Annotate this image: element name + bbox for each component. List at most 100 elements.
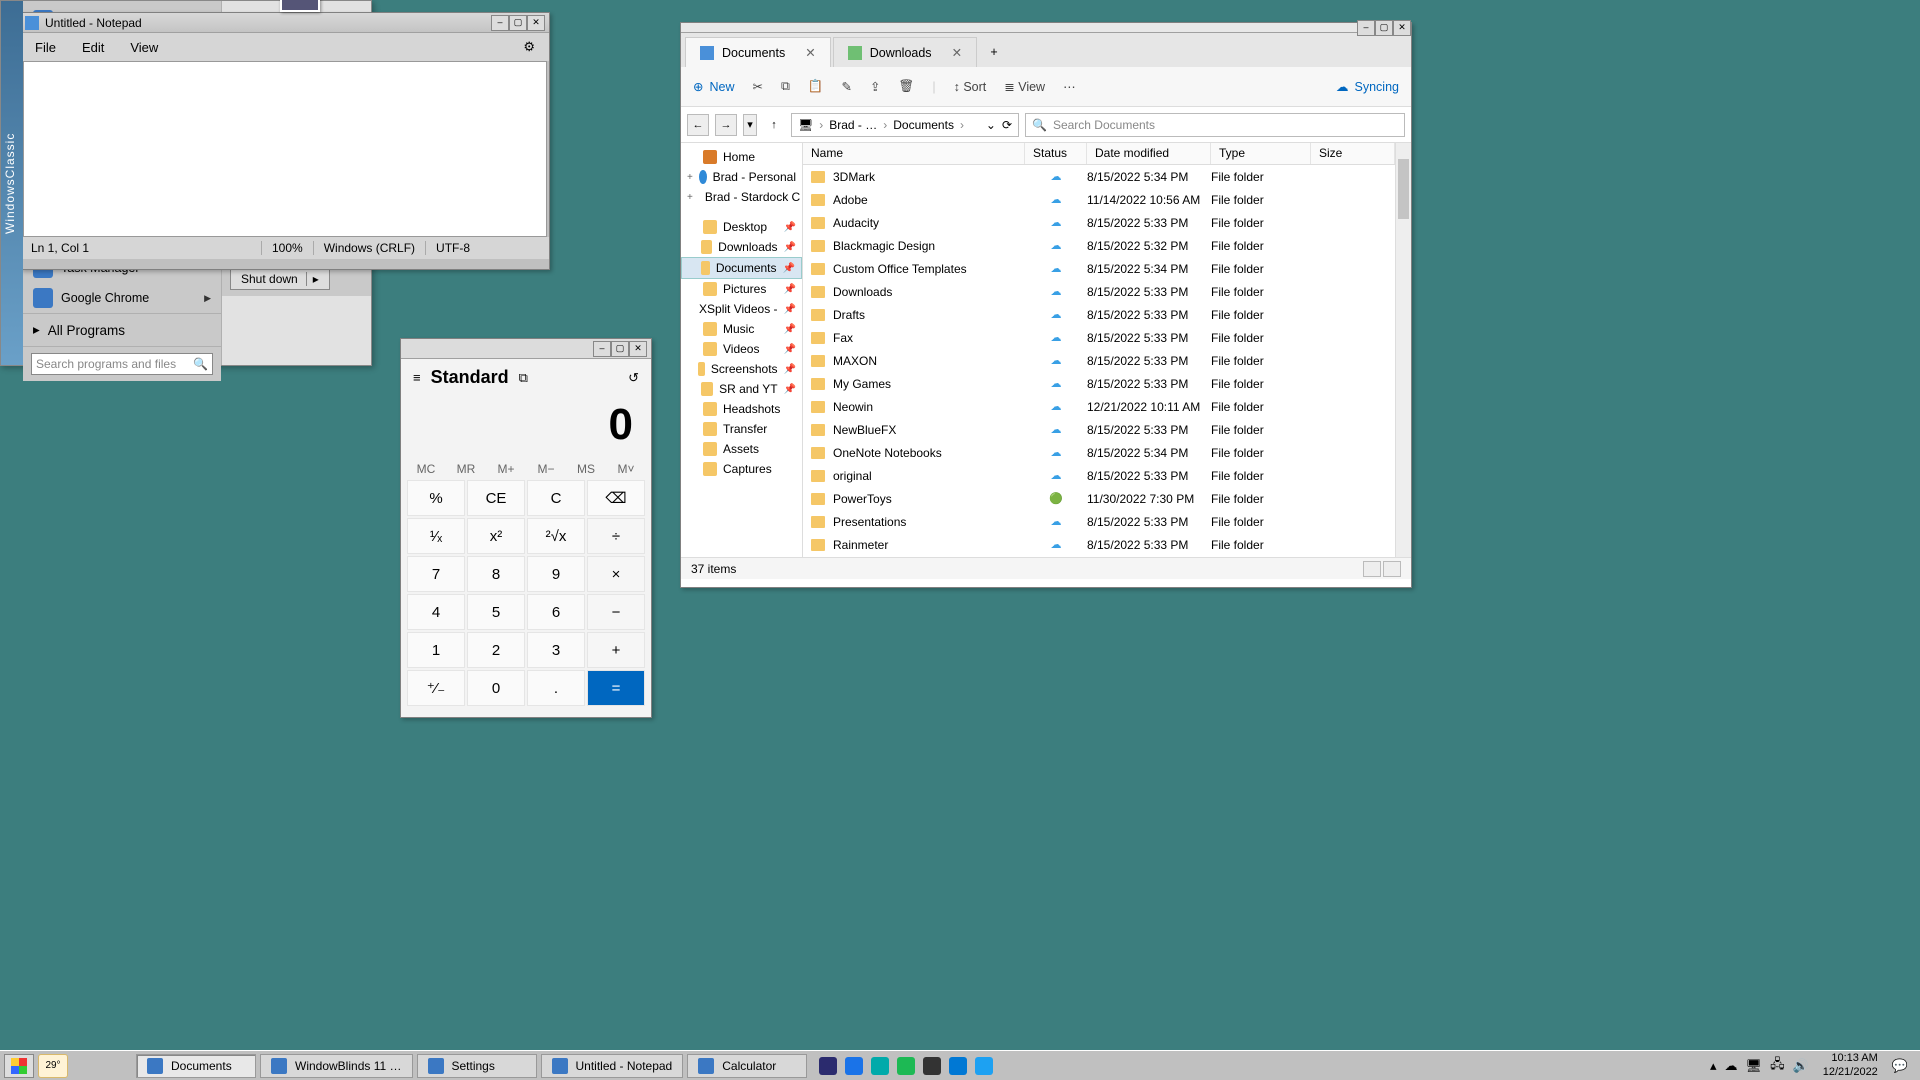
calc-key-CE[interactable]: CE <box>467 480 525 516</box>
pinned-app[interactable] <box>945 1054 971 1078</box>
file-row[interactable]: PowerToys🟢11/30/2022 7:30 PMFile folder <box>803 487 1395 510</box>
tree-node[interactable]: +Brad - Stardock C <box>681 187 802 207</box>
file-row[interactable]: original☁8/15/2022 5:33 PMFile folder <box>803 464 1395 487</box>
nav-up-button[interactable]: ↑ <box>763 114 785 136</box>
tree-node[interactable]: Headshots <box>681 399 802 419</box>
calc-key-=[interactable]: = <box>587 670 645 706</box>
history-icon[interactable]: ↺ <box>628 370 639 386</box>
explorer-search-input[interactable]: 🔍 Search Documents <box>1025 113 1405 137</box>
pinned-app[interactable] <box>815 1054 841 1078</box>
cut-icon[interactable]: ✂ <box>753 79 763 94</box>
calc-key-3[interactable]: 3 <box>527 632 585 668</box>
breadcrumb[interactable]: 🖥› Brad - …› Documents› ⌄ ⟳ <box>791 113 1019 137</box>
menu-file[interactable]: File <box>35 40 56 55</box>
file-row[interactable]: NewBlueFX☁8/15/2022 5:33 PMFile folder <box>803 418 1395 441</box>
taskbar-task[interactable]: Untitled - Notepad <box>541 1054 684 1078</box>
chevron-down-icon[interactable]: ⌄ <box>986 118 996 132</box>
taskbar-task[interactable]: Settings <box>417 1054 537 1078</box>
calc-mem-ms[interactable]: MS <box>567 458 605 480</box>
copy-icon[interactable]: ⧉ <box>781 79 790 94</box>
maximize-button[interactable]: ▢ <box>509 15 527 31</box>
delete-icon[interactable]: 🗑 <box>898 79 914 94</box>
view-icons-button[interactable] <box>1383 561 1401 577</box>
col-status[interactable]: Status <box>1025 143 1087 164</box>
calc-key-x²[interactable]: x² <box>467 518 525 554</box>
view-details-button[interactable] <box>1363 561 1381 577</box>
nav-forward-button[interactable]: → <box>715 114 737 136</box>
file-row[interactable]: Drafts☁8/15/2022 5:33 PMFile folder <box>803 303 1395 326</box>
calc-key-²√x[interactable]: ²√x <box>527 518 585 554</box>
calc-key-⌫[interactable]: ⌫ <box>587 480 645 516</box>
file-row[interactable]: Blackmagic Design☁8/15/2022 5:32 PMFile … <box>803 234 1395 257</box>
calc-key-0[interactable]: 0 <box>467 670 525 706</box>
tree-node[interactable]: Screenshots📌 <box>681 359 802 379</box>
calc-mem-m+[interactable]: M+ <box>487 458 525 480</box>
paste-icon[interactable]: 📋 <box>808 79 824 94</box>
nav-back-button[interactable]: ← <box>687 114 709 136</box>
col-type[interactable]: Type <box>1211 143 1311 164</box>
col-name[interactable]: Name <box>803 143 1025 164</box>
tree-node[interactable]: Transfer <box>681 419 802 439</box>
close-tab-icon[interactable]: ✕ <box>805 45 815 60</box>
calc-key-−[interactable]: − <box>587 594 645 630</box>
menu-view[interactable]: View <box>130 40 158 55</box>
explorer-titlebar[interactable]: – ▢ ✕ <box>681 23 1411 33</box>
file-row[interactable]: Presentations☁8/15/2022 5:33 PMFile fold… <box>803 510 1395 533</box>
calc-key-6[interactable]: 6 <box>527 594 585 630</box>
calc-key-7[interactable]: 7 <box>407 556 465 592</box>
keep-on-top-icon[interactable]: ⧉ <box>519 370 528 386</box>
pinned-app[interactable] <box>841 1054 867 1078</box>
file-row[interactable]: Custom Office Templates☁8/15/2022 5:34 P… <box>803 257 1395 280</box>
hamburger-icon[interactable]: ≡ <box>413 370 421 385</box>
calc-key-C[interactable]: C <box>527 480 585 516</box>
refresh-icon[interactable]: ⟳ <box>1002 118 1012 132</box>
minimize-button[interactable]: – <box>491 15 509 31</box>
view-button[interactable]: ≣ View <box>1004 79 1045 94</box>
calc-mem-m˅[interactable]: M˅ <box>607 458 645 480</box>
new-button[interactable]: ⊕ New <box>693 79 735 94</box>
calc-key-×[interactable]: × <box>587 556 645 592</box>
file-row[interactable]: Audacity☁8/15/2022 5:33 PMFile folder <box>803 211 1395 234</box>
pinned-app[interactable] <box>893 1054 919 1078</box>
explorer-tab[interactable]: Downloads✕ <box>833 37 977 67</box>
more-button[interactable]: ⋯ <box>1063 79 1076 94</box>
user-avatar[interactable] <box>280 0 320 12</box>
display-tray-icon[interactable]: 🖥 <box>1746 1058 1763 1074</box>
tree-node[interactable]: XSplit Videos -📌 <box>681 299 802 319</box>
minimize-button[interactable]: – <box>593 341 611 357</box>
pinned-app[interactable] <box>867 1054 893 1078</box>
calc-key-+[interactable]: + <box>587 632 645 668</box>
tree-node[interactable]: Captures <box>681 459 802 479</box>
chevron-up-icon[interactable]: ▴ <box>1710 1058 1717 1074</box>
close-tab-icon[interactable]: ✕ <box>952 45 962 60</box>
file-row[interactable]: Downloads☁8/15/2022 5:33 PMFile folder <box>803 280 1395 303</box>
vertical-scrollbar[interactable] <box>1395 143 1411 557</box>
file-row[interactable]: Adobe☁11/14/2022 10:56 AMFile folder <box>803 188 1395 211</box>
calc-key-1[interactable]: 1 <box>407 632 465 668</box>
maximize-button[interactable]: ▢ <box>1375 20 1393 36</box>
calc-key-4[interactable]: 4 <box>407 594 465 630</box>
taskbar-task[interactable]: WindowBlinds 11 … <box>260 1054 413 1078</box>
taskbar-clock[interactable]: 10:13 AM 12/21/2022 <box>1817 1052 1884 1078</box>
file-row[interactable]: Neowin☁12/21/2022 10:11 AMFile folder <box>803 395 1395 418</box>
tree-node[interactable]: SR and YT📌 <box>681 379 802 399</box>
tree-node[interactable]: +Brad - Personal <box>681 167 802 187</box>
col-size[interactable]: Size <box>1311 143 1395 164</box>
sort-button[interactable]: ↕ Sort <box>954 80 987 94</box>
tree-node[interactable]: Music📌 <box>681 319 802 339</box>
calc-key-.[interactable]: . <box>527 670 585 706</box>
file-row[interactable]: Rainmeter☁8/15/2022 5:33 PMFile folder <box>803 533 1395 556</box>
minimize-button[interactable]: – <box>1357 20 1375 36</box>
rename-icon[interactable]: ✎ <box>842 79 852 94</box>
calc-key-%[interactable]: % <box>407 480 465 516</box>
notifications-icon[interactable]: 💬 <box>1892 1058 1908 1074</box>
weather-widget[interactable]: 29° <box>38 1054 68 1078</box>
col-date[interactable]: Date modified <box>1087 143 1211 164</box>
menu-edit[interactable]: Edit <box>82 40 104 55</box>
calc-key-9[interactable]: 9 <box>527 556 585 592</box>
tree-node[interactable]: Documents📌 <box>681 257 802 279</box>
calc-key-⁺⁄₋[interactable]: ⁺⁄₋ <box>407 670 465 706</box>
new-tab-button[interactable]: + <box>979 37 1009 67</box>
all-programs[interactable]: ▸ All Programs <box>23 313 221 346</box>
file-row[interactable]: OneNote Notebooks☁8/15/2022 5:34 PMFile … <box>803 441 1395 464</box>
